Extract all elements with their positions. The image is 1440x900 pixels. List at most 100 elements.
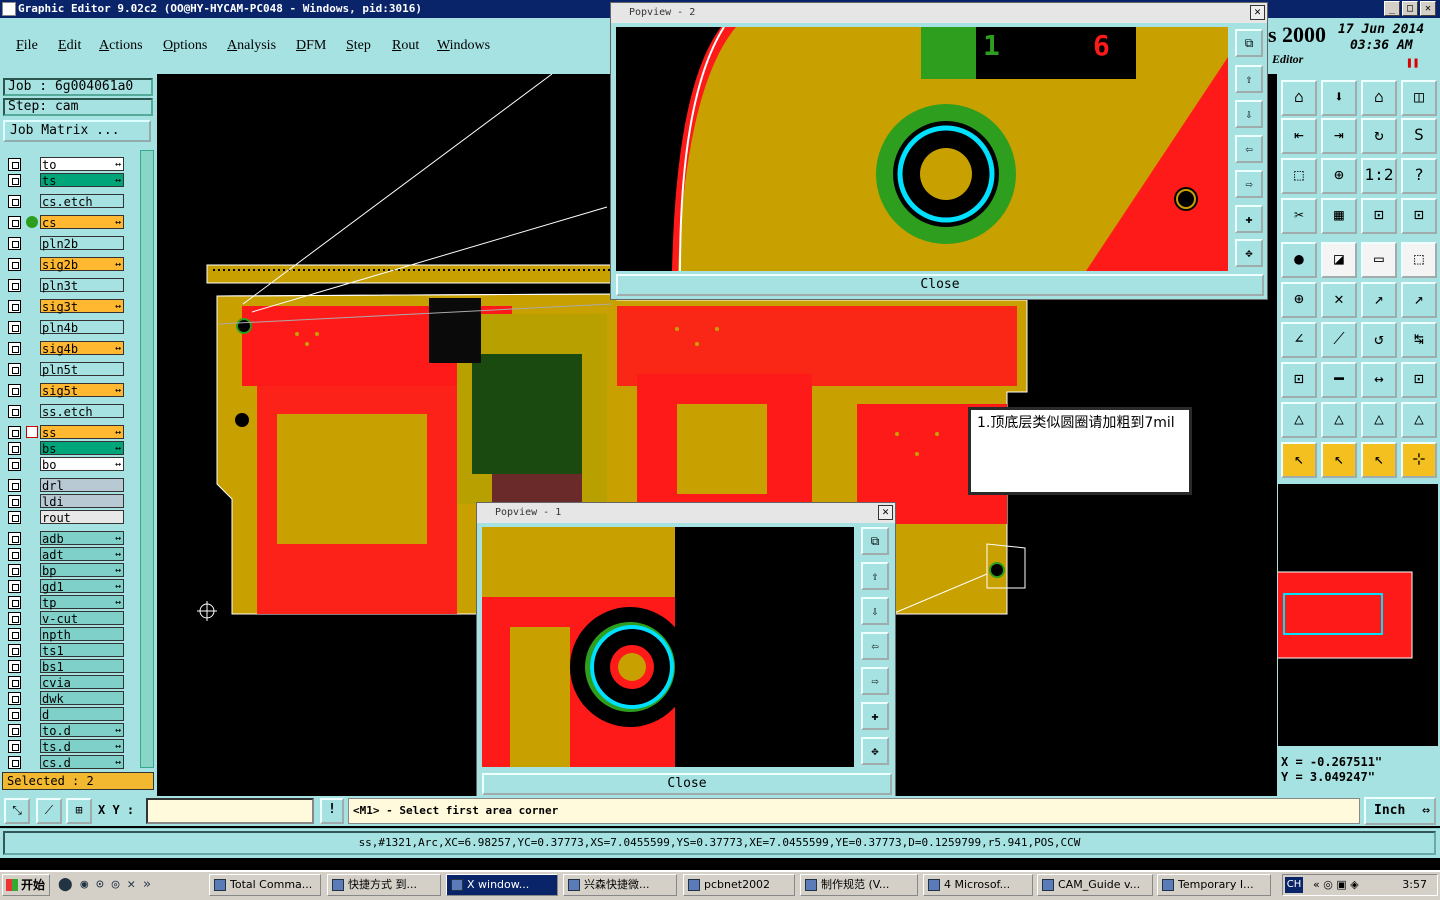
menu-file[interactable]: File [16, 38, 38, 54]
select-layer-icon[interactable]: ⊡ [1401, 198, 1437, 234]
layer-checkbox[interactable] [8, 158, 21, 171]
layer-name[interactable]: bs ↔ [40, 441, 124, 456]
center-mode-icon[interactable]: ⊕ [1321, 158, 1357, 194]
pan-mode-icon[interactable]: ⬚ [1281, 158, 1317, 194]
layer-checkbox[interactable] [8, 756, 21, 769]
layer-name[interactable]: pln3t [40, 278, 124, 293]
layer-checkbox[interactable] [8, 300, 21, 313]
layer-name[interactable]: sig2b ↔ [40, 257, 124, 272]
layer-checkbox[interactable] [8, 511, 21, 524]
layer-name[interactable]: cs.d ↔ [40, 755, 124, 770]
tray-icons[interactable]: « ◎ ▣ ◈ [1313, 875, 1359, 895]
zoom-rotate-icon[interactable]: S [1401, 118, 1437, 154]
layer-row-ts1[interactable]: ts1 [6, 643, 126, 658]
layer-row-sig5t[interactable]: sig5t ↔ [6, 383, 126, 398]
slope-tool-icon[interactable]: ⟋ [1321, 322, 1357, 358]
layer-checkbox[interactable] [8, 495, 21, 508]
layer-checkbox[interactable] [8, 548, 21, 561]
menu-step[interactable]: Step [346, 38, 371, 54]
layer-row-d[interactable]: d [6, 707, 126, 722]
layer-row-v-cut[interactable]: v-cut [6, 611, 126, 626]
taskbar-item[interactable]: CAM_Guide v... [1037, 874, 1153, 896]
layer-row-to.d[interactable]: to.d ↔ [6, 723, 126, 738]
layer-name[interactable]: pln5t [40, 362, 124, 377]
layer-name[interactable]: bp ↔ [40, 563, 124, 578]
layer-name[interactable]: ss ↔ [40, 425, 124, 440]
taskbar-item[interactable]: 制作规范 (V... [800, 874, 918, 896]
triangle-d-icon[interactable]: △ [1401, 402, 1437, 438]
ruler-icon[interactable]: ▭ [1361, 242, 1397, 278]
layer-name[interactable]: cvia [40, 675, 124, 690]
layer-row-cvia[interactable]: cvia [6, 675, 126, 690]
route-tool-icon[interactable]: ⊹ [1401, 442, 1437, 478]
layer-checkbox[interactable] [8, 342, 21, 355]
layer-checkbox[interactable] [8, 279, 21, 292]
layer-row-ldi[interactable]: ldi [6, 494, 126, 509]
popview-2-window[interactable]: Popview - 2 ✕ 1 6 ⧉ ⇧ ⇩ ⇦ ⇨ ✚ ✥ Close [610, 2, 1268, 300]
menu-edit[interactable]: Edit [58, 38, 81, 54]
minimize-button[interactable]: _ [1384, 1, 1400, 16]
layer-row-gd1[interactable]: gd1 ↔ [6, 579, 126, 594]
layer-name[interactable]: gd1 ↔ [40, 579, 124, 594]
pan-right-icon[interactable]: ⇨ [1235, 170, 1263, 198]
layer-checkbox[interactable] [8, 363, 21, 376]
zoom-fit-icon[interactable]: ⧉ [1235, 29, 1263, 57]
layer-name[interactable]: dwk [40, 691, 124, 706]
layer-name[interactable]: v-cut [40, 611, 124, 626]
dimension-icon[interactable]: ↔ [1361, 362, 1397, 398]
popview-1-canvas[interactable] [482, 527, 854, 767]
move-arc-icon[interactable]: ↗ [1401, 282, 1437, 318]
layer-row-to[interactable]: to ↔ [6, 157, 126, 172]
popview-2-close-button[interactable]: Close [616, 274, 1264, 296]
measure-icon[interactable]: ⟋ [36, 798, 62, 824]
layer-name[interactable]: ts ↔ [40, 173, 124, 188]
layer-row-dwk[interactable]: dwk [6, 691, 126, 706]
popview-1-close-icon[interactable]: ✕ [878, 505, 893, 520]
overview-panel[interactable] [1278, 484, 1438, 746]
taskbar-item[interactable]: Temporary I... [1157, 874, 1271, 896]
layer-name[interactable]: npth [40, 627, 124, 642]
taskbar-item[interactable]: Total Comma... [209, 874, 321, 896]
layer-row-ss.etch[interactable]: ss.etch [6, 404, 126, 419]
layer-row-cs.d[interactable]: cs.d ↔ [6, 755, 126, 770]
layer-name[interactable]: ts.d ↔ [40, 739, 124, 754]
layer-row-ss[interactable]: ss ↔ [6, 425, 126, 440]
layer-row-sig4b[interactable]: sig4b ↔ [6, 341, 126, 356]
popview-2-canvas[interactable] [616, 27, 1228, 271]
layer-row-adt[interactable]: adt ↔ [6, 547, 126, 562]
layer-row-bp[interactable]: bp ↔ [6, 563, 126, 578]
info-icon[interactable]: ! [320, 798, 344, 824]
layer-checkbox[interactable] [8, 708, 21, 721]
p1-zoom-in-icon[interactable]: ✚ [861, 702, 889, 730]
xy-input[interactable] [146, 798, 314, 824]
pad-tool-icon[interactable]: ⊡ [1281, 362, 1317, 398]
layer-checkbox[interactable] [8, 580, 21, 593]
layer-name[interactable]: sig5t ↔ [40, 383, 124, 398]
layer-checkbox[interactable] [8, 644, 21, 657]
maximize-button[interactable]: □ [1402, 1, 1418, 16]
p1-pan-left-icon[interactable]: ⇦ [861, 632, 889, 660]
cross-select-icon[interactable]: ✕ [1321, 282, 1357, 318]
popview-1-close-button[interactable]: Close [482, 773, 892, 795]
p1-zoom-fit-icon[interactable]: ⧉ [861, 527, 889, 555]
taskbar-item[interactable]: 快捷方式 到... [327, 874, 441, 896]
layer-name[interactable]: ldi [40, 494, 124, 509]
layer-checkbox[interactable] [8, 479, 21, 492]
taskbar-item[interactable]: 兴森快捷微... [563, 874, 677, 896]
snap-icon[interactable]: ⤡ [4, 798, 30, 824]
layer-checkbox[interactable] [8, 676, 21, 689]
layer-row-bs[interactable]: bs ↔ [6, 441, 126, 456]
angle-tool-icon[interactable]: ∠ [1281, 322, 1317, 358]
layer-name[interactable]: sig3t ↔ [40, 299, 124, 314]
zoom-in-icon[interactable]: ✚ [1235, 205, 1263, 233]
layer-checkbox[interactable] [8, 660, 21, 673]
layer-checkbox[interactable] [8, 532, 21, 545]
layer-checkbox[interactable] [8, 724, 21, 737]
layer-checkbox[interactable] [8, 237, 21, 250]
grid-icon[interactable]: ⊞ [66, 798, 92, 824]
layer-row-pln3t[interactable]: pln3t [6, 278, 126, 293]
pan-up-icon[interactable]: ⇧ [1235, 65, 1263, 93]
zoom-fit-icon[interactable]: ⬇ [1321, 80, 1357, 116]
help-icon[interactable]: ? [1401, 158, 1437, 194]
layer-checkbox[interactable] [8, 564, 21, 577]
